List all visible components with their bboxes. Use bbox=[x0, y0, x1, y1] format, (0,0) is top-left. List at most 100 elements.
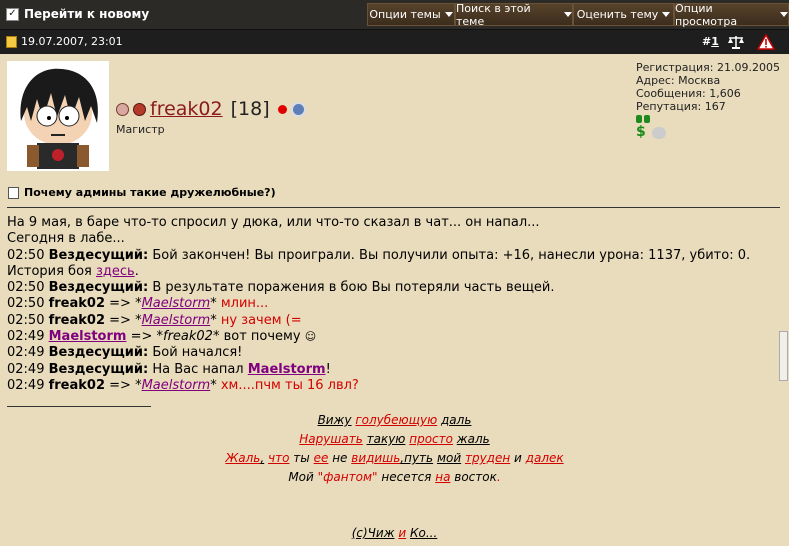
body-line: 02:50 freak02 => *Maelstorm* ну зачем (= bbox=[7, 313, 750, 329]
sig-word: (с) bbox=[351, 526, 368, 540]
message: История боя bbox=[7, 263, 92, 279]
search-thread-label: Поиск в этой теме bbox=[456, 1, 531, 28]
user-link[interactable]: Maelstorm bbox=[142, 378, 211, 393]
arrow: => * bbox=[109, 296, 142, 312]
user-action-icons: $ bbox=[636, 125, 780, 139]
star: * bbox=[210, 296, 217, 312]
sig-word: ,путь bbox=[400, 451, 434, 465]
sig-word: Мой bbox=[288, 470, 314, 484]
goto-new-label: Перейти к новому bbox=[24, 7, 150, 21]
title-divider bbox=[7, 207, 780, 208]
document-icon bbox=[8, 186, 19, 199]
user-rank: Магистр bbox=[116, 123, 165, 136]
user-link[interactable]: Maelstorm bbox=[49, 329, 127, 344]
signature-line: Мой "фантом" несется на восток. bbox=[0, 470, 789, 484]
offline-icon bbox=[116, 102, 129, 116]
signature-line: Вижу голубеющую даль bbox=[0, 413, 789, 427]
star: * bbox=[210, 377, 217, 393]
signature-divider bbox=[7, 406, 151, 407]
post-body: На 9 мая, в баре что-то спросил у дюка, … bbox=[7, 215, 750, 394]
sig-word: что bbox=[268, 451, 290, 465]
username-link[interactable]: freak02 bbox=[150, 98, 223, 120]
sig-word: Чиж bbox=[367, 526, 395, 540]
sig-word: жаль bbox=[456, 432, 490, 446]
view-options-label: Опции просмотра bbox=[675, 1, 738, 28]
reputation-icons bbox=[636, 115, 780, 123]
rep-green-icon bbox=[636, 115, 642, 123]
registration-text: Регистрация: 21.09.2005 bbox=[636, 61, 780, 74]
body-line: 02:49 Maelstorm => *freak02* вот почему … bbox=[7, 329, 750, 345]
body-line: 02:50 Вездесущий: Бой закончен! Вы проиг… bbox=[7, 248, 750, 264]
view-options-button[interactable]: Опции просмотра bbox=[674, 1, 789, 28]
sig-word: восток bbox=[454, 470, 497, 484]
message: вот почему bbox=[223, 329, 301, 345]
post-number-prefix: # bbox=[702, 35, 712, 48]
sig-word: несется bbox=[381, 470, 432, 484]
user-level: [18] bbox=[230, 98, 270, 120]
messages-text: Сообщения: 1,606 bbox=[636, 87, 741, 100]
arrow: => * bbox=[109, 312, 142, 328]
user-link[interactable]: Maelstorm bbox=[142, 313, 211, 328]
message: млин... bbox=[220, 296, 269, 312]
rate-thread-button[interactable]: Оценить тему bbox=[573, 3, 674, 26]
chevron-down-icon bbox=[564, 12, 572, 17]
arrow: => * bbox=[109, 377, 142, 393]
arrow: => *freak02* bbox=[130, 329, 220, 345]
time: 02:49 bbox=[7, 345, 45, 361]
goto-new-link[interactable]: ✓ Перейти к новому bbox=[6, 7, 149, 21]
user-stats: Регистрация: 21.09.2005 Адрес: Москва Со… bbox=[636, 61, 780, 139]
post-title: Почему админы такие дружелюбные?) bbox=[8, 186, 276, 199]
avatar[interactable] bbox=[7, 61, 109, 171]
sender: Вездесущий: bbox=[48, 280, 149, 296]
scrollbar-thumb[interactable] bbox=[779, 331, 788, 381]
search-thread-button[interactable]: Поиск в этой теме bbox=[455, 1, 573, 28]
chat-icon[interactable] bbox=[651, 126, 666, 139]
time: 02:50 bbox=[7, 312, 45, 328]
post-number[interactable]: #1 bbox=[702, 35, 719, 48]
sender: Вездесущий: bbox=[48, 361, 149, 377]
sig-word: голубеющую bbox=[355, 413, 438, 427]
thread-toolbar: ✓ Перейти к новому Опции темы Поиск в эт… bbox=[0, 0, 789, 30]
signature-line: Жаль, что ты ее не видишь,путь мой труде… bbox=[0, 451, 789, 465]
sig-word: мой bbox=[436, 451, 462, 465]
message: На Вас напал bbox=[152, 361, 244, 377]
thread-options-button[interactable]: Опции темы bbox=[367, 3, 455, 26]
reputation-text: Репутация: 167 bbox=[636, 100, 726, 113]
money-icon[interactable]: $ bbox=[636, 125, 646, 139]
post-number-link[interactable]: 1 bbox=[711, 35, 719, 48]
message: В результате поражения в бою Вы потеряли… bbox=[152, 280, 555, 296]
sender: Вездесущий: bbox=[48, 247, 149, 263]
message: Бой закончен! Вы проиграли. Вы получили … bbox=[152, 247, 751, 263]
sig-word: Жаль bbox=[225, 451, 261, 465]
time: 02:50 bbox=[7, 280, 45, 296]
time: 02:49 bbox=[7, 329, 45, 345]
sig-word: ты bbox=[293, 451, 310, 465]
sig-word: видишь bbox=[351, 451, 401, 465]
time: 02:49 bbox=[7, 361, 45, 377]
star: * bbox=[210, 312, 217, 328]
rep-green-icon bbox=[644, 115, 650, 123]
sig-word: , bbox=[260, 451, 265, 465]
address-text: Адрес: Москва bbox=[636, 74, 721, 87]
time: 02:50 bbox=[7, 296, 45, 312]
sig-word: не bbox=[332, 451, 348, 465]
alert-icon bbox=[277, 104, 287, 114]
sender: freak02 bbox=[48, 296, 106, 312]
sender: freak02 bbox=[48, 312, 106, 328]
body-line: Сегодня в лабе... bbox=[7, 231, 125, 247]
message: хм....пчм ты 16 лвл? bbox=[220, 377, 359, 393]
post-header: 19.07.2007, 23:01 #1 bbox=[0, 30, 789, 54]
user-link[interactable]: Maelstorm bbox=[248, 362, 326, 377]
sig-word: далек bbox=[525, 451, 564, 465]
rate-thread-label: Оценить тему bbox=[576, 8, 659, 21]
sig-word: труден bbox=[464, 451, 511, 465]
punctuation: ! bbox=[325, 361, 331, 377]
report-icon[interactable] bbox=[757, 33, 775, 51]
body-line: 02:50 Вездесущий: В результате поражения… bbox=[7, 280, 750, 296]
battle-log-link[interactable]: здесь bbox=[96, 264, 135, 279]
align-icon bbox=[290, 101, 306, 117]
sig-word: ее bbox=[313, 451, 329, 465]
user-link[interactable]: Maelstorm bbox=[142, 296, 211, 311]
sig-word: такую bbox=[366, 432, 406, 446]
scales-icon[interactable] bbox=[727, 33, 745, 51]
